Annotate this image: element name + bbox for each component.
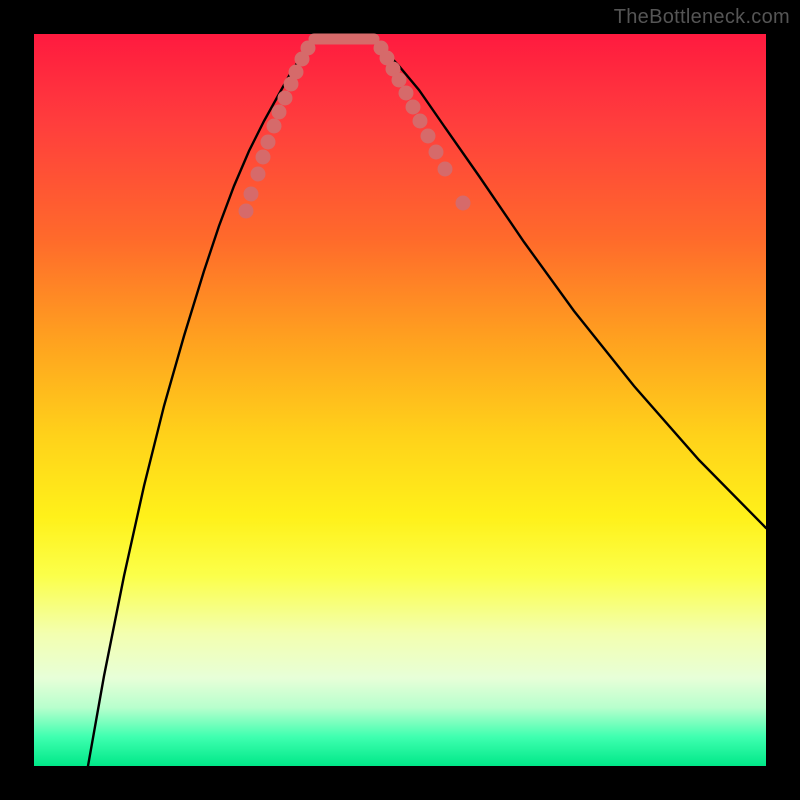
- curve-overlay: [34, 34, 766, 766]
- marker-dot: [261, 135, 276, 150]
- marker-dot: [421, 129, 436, 144]
- chart-frame: TheBottleneck.com: [0, 0, 800, 800]
- marker-dots: [239, 41, 471, 219]
- marker-dot: [239, 204, 254, 219]
- left-curve: [88, 40, 318, 766]
- marker-dot: [429, 145, 444, 160]
- marker-dot: [272, 105, 287, 120]
- watermark-text: TheBottleneck.com: [614, 6, 790, 29]
- marker-dot: [267, 119, 282, 134]
- marker-dot: [289, 65, 304, 80]
- marker-dot: [256, 150, 271, 165]
- right-curve: [372, 40, 766, 528]
- marker-dot: [438, 162, 453, 177]
- marker-dot: [244, 187, 259, 202]
- marker-dot: [278, 91, 293, 106]
- marker-dot: [413, 114, 428, 129]
- marker-dot: [251, 167, 266, 182]
- marker-dot: [456, 196, 471, 211]
- marker-dot: [392, 73, 407, 88]
- marker-dot: [399, 86, 414, 101]
- marker-dot: [406, 100, 421, 115]
- marker-dot: [301, 41, 316, 56]
